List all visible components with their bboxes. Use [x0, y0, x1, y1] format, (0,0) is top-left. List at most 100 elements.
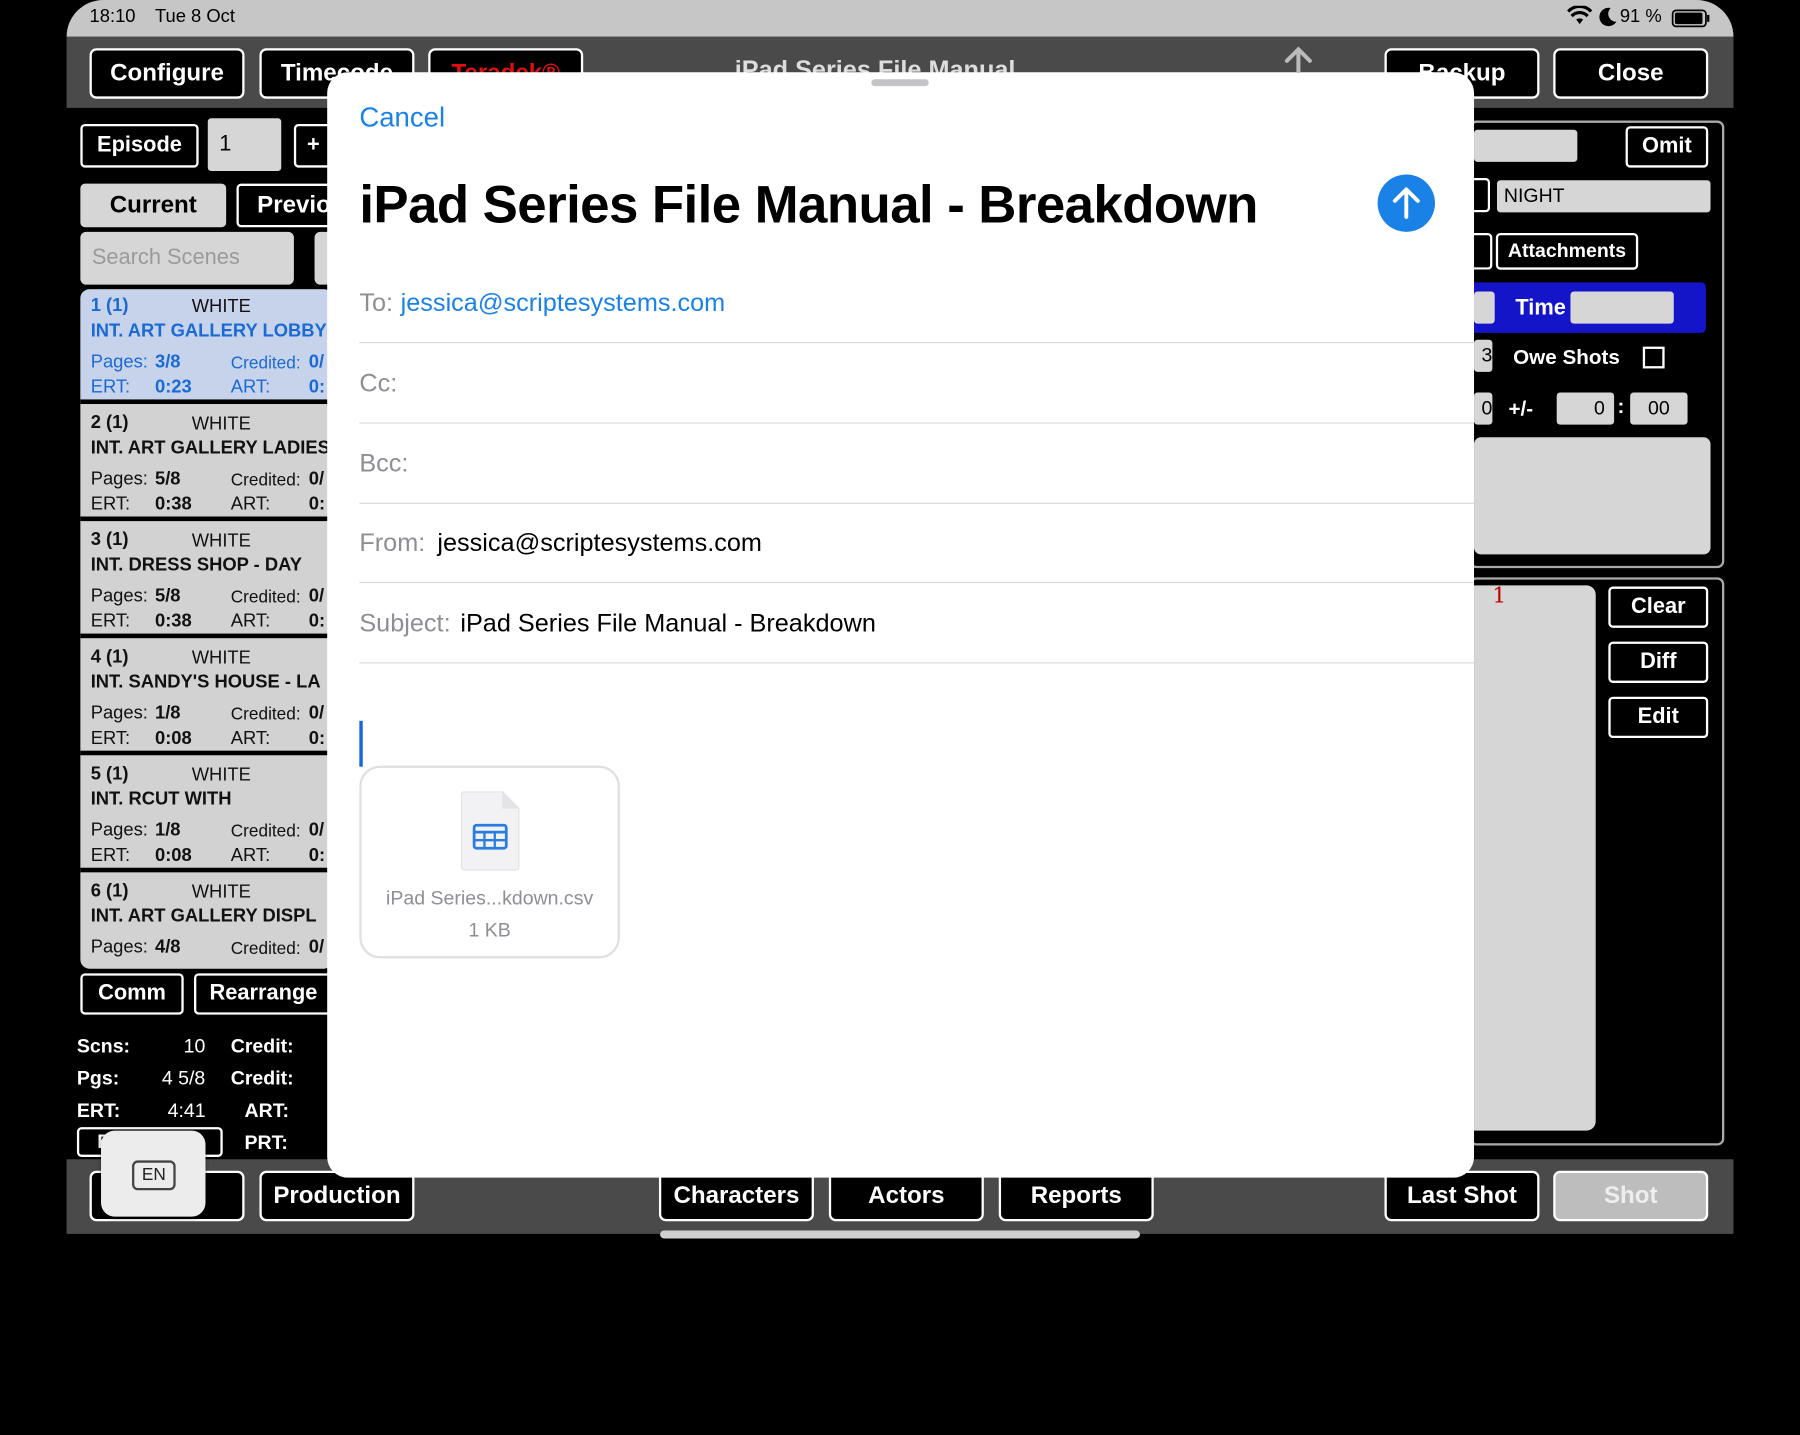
status-date: Tue 8 Oct [154, 6, 235, 27]
art-value: 0: [308, 728, 326, 749]
cc-field[interactable]: Cc: [359, 343, 1475, 424]
scene-number: 2 (1) [90, 413, 129, 433]
pages-label: Pages: [90, 820, 148, 841]
battery-percent: 91 % [1619, 6, 1662, 27]
from-address[interactable]: jessica@scriptesystems.com [437, 503, 762, 583]
art-label: ART: [230, 845, 271, 866]
scene-title: INT. ART GALLERY LADIES [90, 438, 330, 458]
owe-shots-checkbox[interactable] [1642, 346, 1665, 369]
home-indicator [660, 1230, 1140, 1239]
arrow-up-icon [1392, 187, 1420, 219]
last-shot-button[interactable]: Last Shot [1384, 1170, 1540, 1222]
attachment-card[interactable]: iPad Series...kdown.csv 1 KB [359, 765, 620, 959]
episode-field[interactable]: 1 [207, 118, 282, 172]
from-field[interactable]: From: jessica@scriptesystems.com [359, 503, 1475, 584]
rearrange-button[interactable]: Rearrange [194, 973, 333, 1015]
scene-color: WHITE [191, 765, 251, 786]
time-of-day-button[interactable] [1474, 177, 1491, 213]
scene-color: WHITE [191, 648, 251, 669]
scene-title: INT. DRESS SHOP - DAY [90, 555, 302, 576]
bcc-label: Bcc: [359, 448, 409, 478]
scene-list[interactable]: 1 (1) WHITE INT. ART GALLERY LOBBY Pages… [80, 289, 333, 969]
scene-row[interactable]: 6 (1) WHITE INT. ART GALLERY DISPL Pages… [80, 875, 333, 969]
to-label: To: [359, 288, 394, 317]
timing-field[interactable] [1474, 291, 1495, 324]
scns-value: 10 [183, 1035, 206, 1058]
subject-field[interactable]: Subject: iPad Series File Manual - Break… [359, 583, 1475, 664]
wifi-icon [1567, 4, 1593, 32]
episode-button[interactable]: Episode [80, 123, 199, 168]
scene-pages: 1/8 [154, 703, 181, 724]
scene-ert: 0:08 [154, 728, 192, 749]
pages-label: Pages: [90, 469, 148, 489]
art-label: ART: [230, 377, 271, 398]
pages-label: Pages: [90, 352, 148, 372]
characters-button[interactable]: Characters [658, 1170, 814, 1222]
scene-row[interactable]: 3 (1) WHITE INT. DRESS SHOP - DAY Pages:… [80, 523, 333, 639]
credit-label: Credit: [230, 1067, 294, 1090]
partial-field-a[interactable]: 3 [1474, 339, 1493, 372]
attachment-name: iPad Series...kdown.csv [386, 887, 594, 910]
shot-button[interactable]: Shot [1553, 1170, 1709, 1222]
time-of-day-field[interactable]: NIGHT [1496, 180, 1711, 213]
to-field[interactable]: To: jessica@scriptesystems.com [359, 263, 1475, 344]
configure-button[interactable]: Configure [89, 48, 245, 99]
reports-button[interactable]: Reports [998, 1170, 1154, 1222]
attachments-button[interactable]: Attachments [1495, 233, 1639, 270]
art-label: ART: [230, 494, 271, 515]
scene-number: 4 (1) [90, 647, 129, 667]
shot-notes-area[interactable]: 1 [1474, 583, 1596, 1131]
omit-button[interactable]: Omit [1625, 126, 1709, 168]
art-label: ART: [230, 611, 271, 632]
to-recipient[interactable]: jessica@scriptesystems.com [401, 263, 726, 343]
scene-ert: 0:38 [154, 494, 192, 515]
tab-previous[interactable]: Previous [236, 183, 340, 228]
prt-label: PRT: [244, 1131, 288, 1154]
scene-number: 6 (1) [90, 881, 129, 902]
partial-button[interactable] [1474, 233, 1493, 270]
sheet-grabber[interactable] [871, 79, 929, 87]
credited-label: Credited: [230, 821, 301, 842]
ert-label: ERT: [90, 494, 131, 515]
production-button[interactable]: Production [259, 1170, 415, 1222]
time-field[interactable] [1570, 291, 1674, 324]
bcc-field[interactable]: Bcc: [359, 424, 1475, 504]
credited-label: Credited: [230, 587, 301, 608]
cancel-button[interactable]: Cancel [359, 102, 445, 134]
scene-color: WHITE [191, 297, 251, 317]
scene-row[interactable]: 4 (1) WHITE INT. SANDY'S HOUSE - LA Page… [80, 640, 333, 756]
scene-title: INT. ART GALLERY DISPL [90, 906, 317, 927]
send-button[interactable] [1377, 174, 1435, 232]
tab-current[interactable]: Current [80, 183, 227, 228]
scene-title: INT. SANDY'S HOUSE - LA [90, 672, 321, 693]
credit-label: Credit: [230, 1035, 294, 1058]
adjust-seconds-field[interactable]: 00 [1630, 392, 1688, 425]
close-button[interactable]: Close [1553, 48, 1709, 99]
edit-button[interactable]: Edit [1608, 696, 1709, 739]
clear-button[interactable]: Clear [1608, 586, 1709, 628]
cc-label: Cc: [359, 368, 398, 398]
credited-label: Credited: [230, 704, 301, 725]
comm-button[interactable]: Comm [80, 973, 184, 1015]
actors-button[interactable]: Actors [828, 1170, 984, 1222]
time-label: Time [1515, 296, 1566, 321]
credited-label: Credited: [230, 938, 301, 959]
scene-row[interactable]: 1 (1) WHITE INT. ART GALLERY LOBBY Pages… [80, 289, 333, 405]
art-value: 0: [308, 611, 326, 632]
keyboard-language-switch[interactable]: EN [101, 1130, 206, 1217]
ert-label: ERT: [90, 377, 131, 398]
adjust-minutes-field[interactable]: 0 [1556, 392, 1615, 425]
art-label: ART: [230, 728, 271, 749]
diff-button[interactable]: Diff [1608, 641, 1709, 683]
scene-ert: 0:23 [154, 377, 192, 398]
mail-compose-sheet: Cancel iPad Series File Manual - Breakdo… [327, 72, 1475, 1178]
credited-value: 0/ [308, 820, 325, 841]
subject-value[interactable]: iPad Series File Manual - Breakdown [460, 583, 876, 663]
scene-row[interactable]: 5 (1) WHITE INT. RCUT WITH Pages: 1/8 Cr… [80, 758, 333, 873]
scene-field[interactable] [1474, 129, 1578, 162]
partial-field-b[interactable]: 0 [1474, 392, 1493, 425]
scene-notes-field[interactable] [1474, 437, 1711, 555]
search-scenes-input[interactable]: Search Scenes [80, 231, 294, 285]
scene-row[interactable]: 2 (1) WHITE INT. ART GALLERY LADIES Page… [80, 406, 333, 522]
ert-label: ERT: [90, 611, 131, 632]
